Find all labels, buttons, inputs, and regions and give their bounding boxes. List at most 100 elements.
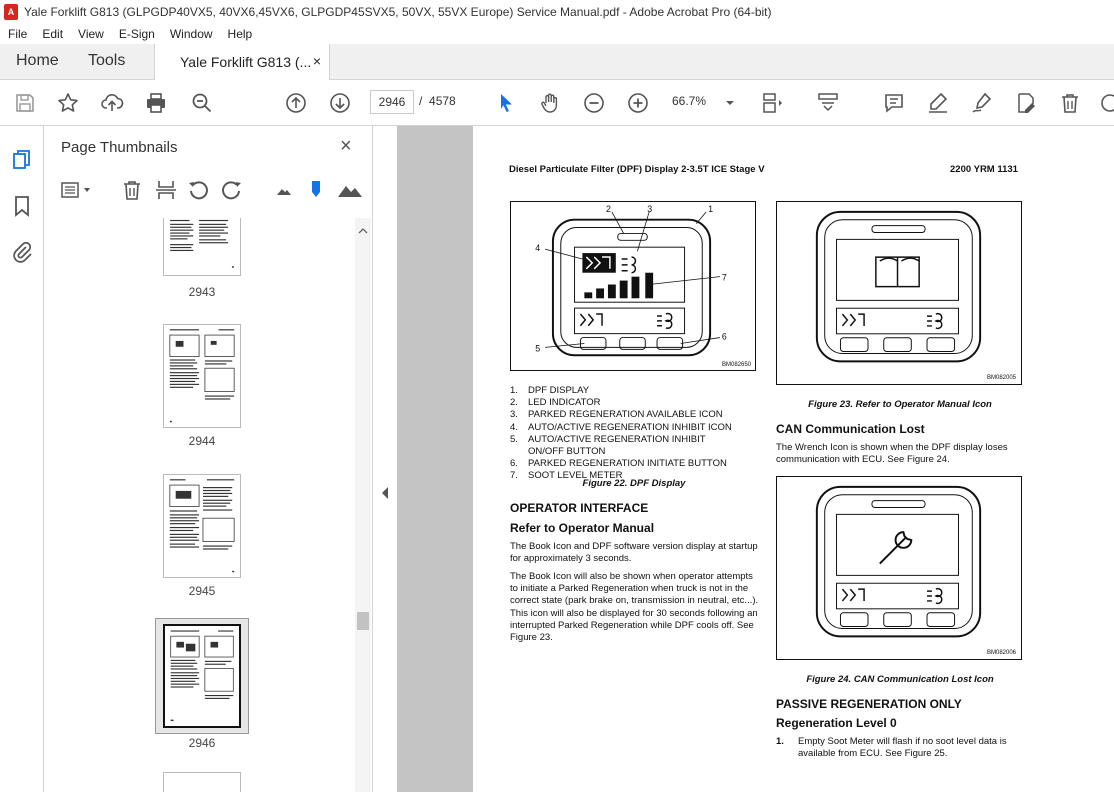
tab-document[interactable]: Yale Forklift G813 (... ×: [154, 44, 330, 80]
page-number-input[interactable]: 2946: [370, 90, 414, 114]
star-icon[interactable]: [56, 91, 80, 115]
document-page: Diesel Particulate Filter (DPF) Display …: [473, 126, 1114, 792]
figure-24-caption: Figure 24. CAN Communication Lost Icon: [806, 674, 994, 685]
panel-collapse-strip[interactable]: [373, 126, 397, 792]
legend-item: 3. PARKED REGENERATION AVAILABLE ICON: [510, 409, 723, 421]
legend-item: 2. LED INDICATOR: [510, 397, 601, 409]
thumbnail-options-icon[interactable]: [60, 178, 94, 202]
tab-close-icon[interactable]: ×: [313, 53, 321, 69]
rotate-left-icon[interactable]: [186, 178, 210, 202]
fit-page-icon[interactable]: [760, 91, 784, 115]
callout-6: 6: [722, 332, 727, 342]
legend-item: ON/OFF BUTTON: [528, 446, 606, 458]
thumbnails-scrollbar[interactable]: [355, 218, 371, 792]
figure-24: BM082006: [776, 476, 1022, 660]
thumbnail-page-2946[interactable]: [163, 624, 241, 728]
heading-regeneration-level-0: Regeneration Level 0: [776, 716, 897, 730]
upload-icon[interactable]: [100, 91, 124, 115]
zoom-level[interactable]: 66.7%: [672, 94, 706, 108]
sign-icon[interactable]: [970, 91, 994, 115]
menu-help[interactable]: Help: [220, 27, 260, 41]
toolbar: [0, 80, 1114, 126]
save-icon[interactable]: [13, 91, 37, 115]
thumbnail-page-2945[interactable]: [163, 474, 241, 578]
paragraph-book-icon-parked: The Book Icon will also be shown when op…: [510, 571, 759, 644]
menu-esign[interactable]: E-Sign: [111, 27, 162, 41]
thumbnail-extract-icon[interactable]: [154, 178, 178, 202]
zoom-in-icon[interactable]: [626, 91, 650, 115]
callout-1: 1: [708, 204, 713, 214]
figure-22-legend: 1. DPF DISPLAY 2. LED INDICATOR 3. PARKED R…: [510, 385, 760, 483]
window-title: Yale Forklift G813 (GLPGDP40VX5, 40VX6,4…: [24, 5, 772, 19]
thumbnail-label-2946: 2946: [188, 736, 216, 750]
menu-window[interactable]: Window: [162, 27, 220, 41]
edit-icon[interactable]: [1014, 91, 1038, 115]
regen0-list-item: 1. Empty Soot Meter will flash if no soo…: [776, 736, 1028, 760]
legend-item: 5. AUTO/ACTIVE REGENERATION INHIBIT: [510, 433, 706, 445]
regen0-item-text: Empty Soot Meter will flash if no soot l…: [798, 736, 1007, 760]
heading-passive-regeneration: PASSIVE REGENERATION ONLY: [776, 697, 962, 711]
attachment-icon[interactable]: [10, 240, 34, 264]
highlight-icon[interactable]: [926, 91, 950, 115]
page-count: / 4578: [419, 94, 456, 108]
legend-item: 1. DPF DISPLAY: [510, 385, 590, 396]
next-page-icon[interactable]: [328, 91, 352, 115]
callout-4: 4: [535, 243, 540, 253]
page-header-left: Diesel Particulate Filter (DPF) Display …: [509, 164, 765, 175]
bookmark-icon[interactable]: [10, 194, 34, 218]
thumbnail-page-2947[interactable]: [163, 772, 241, 792]
menu-edit[interactable]: Edit: [34, 27, 70, 41]
figure-22-caption: Figure 22. DPF Display: [582, 478, 686, 489]
dpf-display-diagram: 1 2 3 4 5 6 7: [535, 204, 727, 357]
figure-23: BM082005: [776, 201, 1022, 385]
figure-23-caption: Figure 23. Refer to Operator Manual Icon: [808, 399, 992, 410]
scroll-up-arrow-icon[interactable]: [358, 222, 368, 234]
menu-view[interactable]: View: [70, 27, 111, 41]
zoom-out-icon[interactable]: [582, 91, 606, 115]
figure-22-code: BM082650: [722, 362, 752, 368]
thumbnail-delete-icon[interactable]: [120, 178, 144, 202]
figure-24-code: BM082006: [987, 650, 1017, 656]
figure-22: 1 2 3 4 5 6 7 BM082650: [510, 201, 756, 371]
thumbnail-large-icon[interactable]: [336, 178, 364, 202]
callout-5: 5: [535, 343, 540, 353]
thumbnail-label-2945: 2945: [188, 584, 216, 598]
tab-bar: Home Tools Yale Forklift G813 (... ×: [0, 44, 1114, 80]
thumbnails-panel: Page Thumbnails × 2943 2944 2945 2946: [44, 126, 373, 792]
thumbnails-close-icon[interactable]: ×: [340, 135, 352, 158]
legend-item: 4. AUTO/ACTIVE REGENERATION INHIBIT ICON: [510, 421, 732, 433]
callout-2: 2: [606, 204, 611, 214]
select-cursor-icon[interactable]: [494, 91, 518, 115]
thumbnail-label-2943: 2943: [188, 285, 216, 299]
paragraph-wrench-icon: The Wrench Icon is shown when the DPF di…: [776, 442, 1008, 466]
collapse-arrow-icon[interactable]: [381, 486, 389, 499]
zoom-dropdown-chevron-icon[interactable]: [718, 91, 742, 115]
thumbnail-size-slider[interactable]: [304, 178, 328, 202]
thumbnail-page-2943[interactable]: [163, 218, 241, 276]
menu-bar: File Edit View E-Sign Window Help: [0, 24, 1114, 44]
paragraph-book-icon: The Book Icon and DPF software version d…: [510, 541, 758, 565]
zoom-search-icon[interactable]: [190, 91, 214, 115]
thumbnails-icon[interactable]: [10, 148, 34, 172]
print-icon[interactable]: [144, 91, 168, 115]
tab-tools[interactable]: Tools: [88, 52, 125, 70]
legend-item: 6. PARKED REGENERATION INITIATE BUTTON: [510, 458, 727, 470]
thumbnail-list: 2943 2944 2945 2946: [44, 218, 354, 792]
menu-file[interactable]: File: [0, 27, 34, 41]
heading-operator-interface: OPERATOR INTERFACE: [510, 501, 649, 515]
page-header-right: 2200 YRM 1131: [950, 164, 1018, 175]
heading-refer-operator-manual: Refer to Operator Manual: [510, 521, 655, 535]
hand-icon[interactable]: [538, 91, 562, 115]
thumbnail-small-icon[interactable]: [272, 178, 296, 202]
rotate-right-icon[interactable]: [220, 178, 244, 202]
scroll-mode-icon[interactable]: [816, 91, 840, 115]
callout-7: 7: [722, 273, 727, 283]
more-tools-icon[interactable]: [1098, 91, 1114, 115]
scrollbar-thumb[interactable]: [357, 612, 369, 630]
thumbnail-page-2944[interactable]: [163, 324, 241, 428]
thumbnail-label-2944: 2944: [188, 434, 216, 448]
prev-page-icon[interactable]: [284, 91, 308, 115]
tab-home[interactable]: Home: [16, 52, 59, 70]
comment-icon[interactable]: [882, 91, 906, 115]
delete-icon[interactable]: [1058, 91, 1082, 115]
